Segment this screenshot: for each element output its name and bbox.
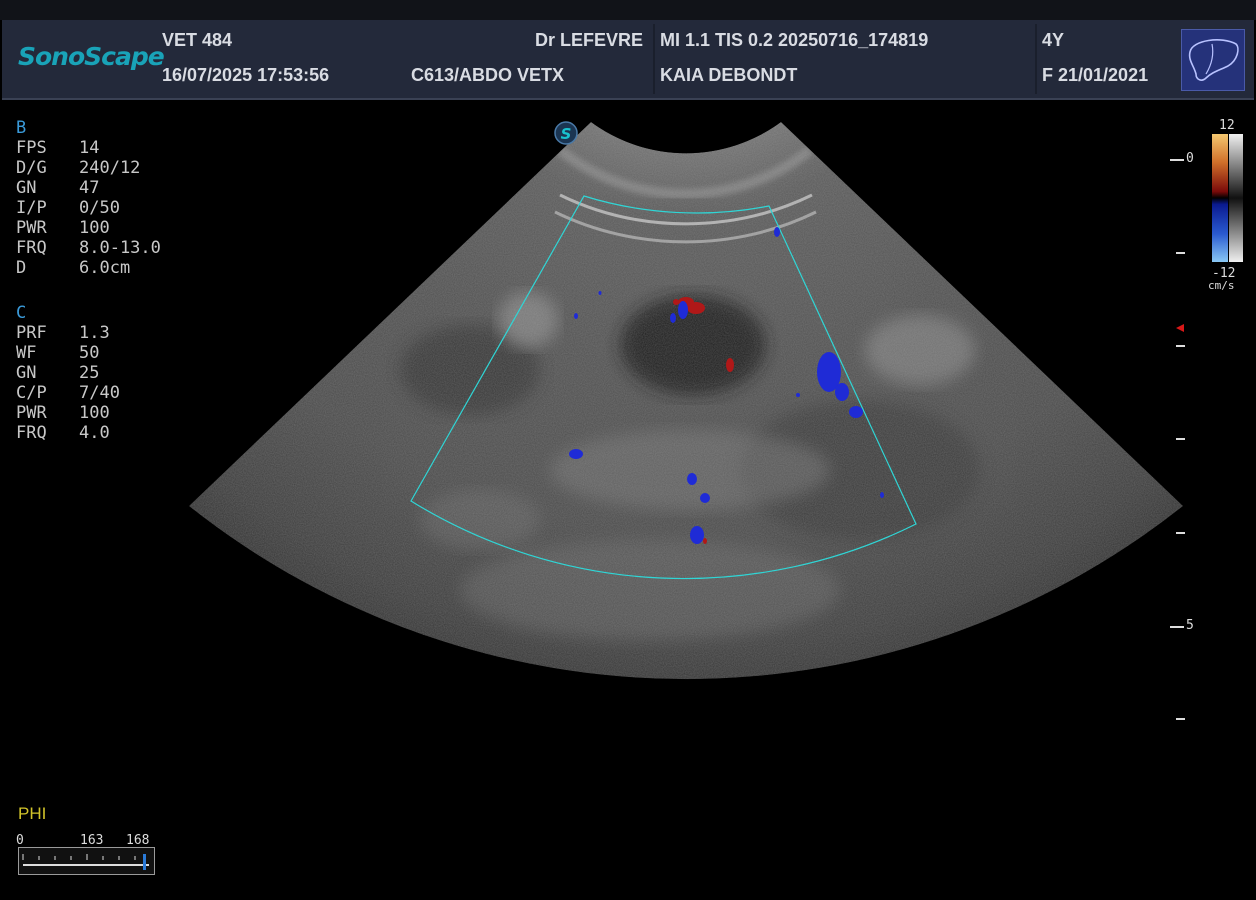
velocity-color-bar [1212,134,1228,262]
phi-min: 0 [16,833,24,848]
depth-tick [1176,252,1185,254]
depth-tick [1176,345,1185,347]
depth-tick [1170,626,1184,628]
depth-label-0: 0 [1186,151,1194,166]
depth-tick [1170,159,1184,161]
velocity-gray-bar [1229,134,1243,262]
phi-label: PHI [18,804,47,823]
phi-mid: 163 [80,833,104,848]
phi-max: 168 [126,833,150,848]
depth-tick [1176,438,1185,440]
velocity-unit: cm/s [1208,279,1235,292]
depth-label-5: 5 [1186,618,1194,633]
ultrasound-image[interactable]: S [0,0,1256,900]
svg-text:S: S [561,125,572,143]
orientation-marker-icon: S [554,121,578,145]
velocity-max: 12 [1219,118,1235,133]
phi-slider[interactable] [18,847,155,875]
phi-slider-handle [143,854,146,870]
depth-tick [1176,532,1185,534]
focus-marker-icon [1176,324,1184,332]
depth-tick [1176,718,1185,720]
